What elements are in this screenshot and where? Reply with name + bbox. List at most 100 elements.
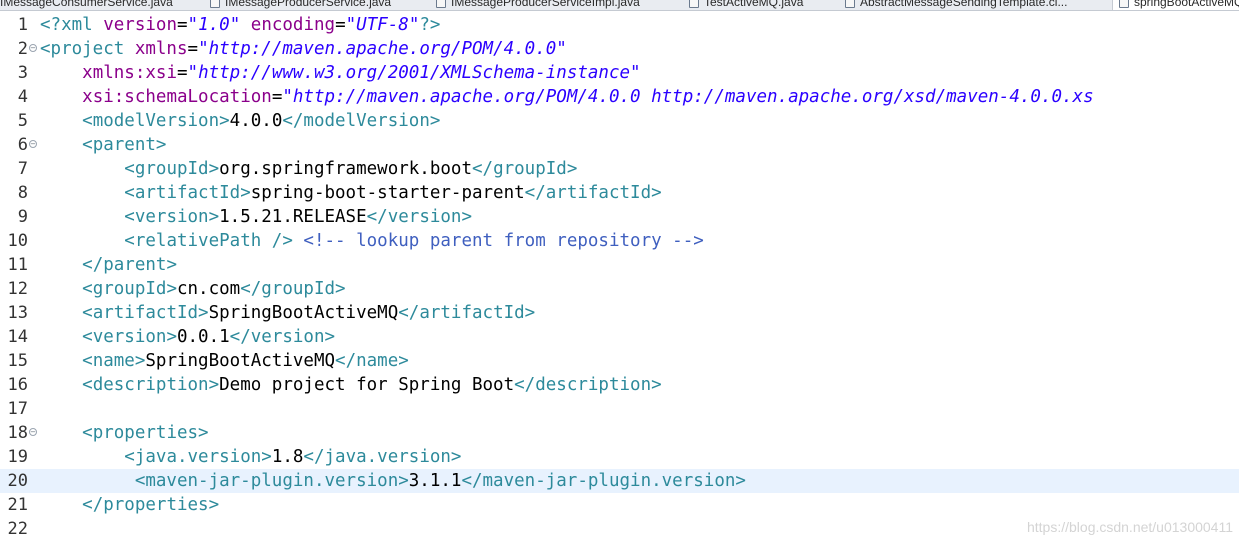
line-number: 8 xyxy=(17,183,28,203)
line-number: 9 xyxy=(17,207,28,227)
code-token: <modelVersion> xyxy=(82,111,230,131)
code-line[interactable]: 13 <artifactId>SpringBootActiveMQ</artif… xyxy=(0,301,1239,325)
code-token: <groupId> xyxy=(82,279,177,299)
line-number: 20 xyxy=(7,471,28,491)
code-text: <version>0.0.1</version> xyxy=(40,325,335,349)
code-token: </java.version> xyxy=(303,447,462,467)
code-token: = xyxy=(177,15,188,35)
code-token: <version> xyxy=(124,207,220,227)
code-line[interactable]: 12 <groupId>cn.com</groupId> xyxy=(0,277,1239,301)
java-file-icon xyxy=(210,0,220,8)
code-line[interactable]: 18− <properties> xyxy=(0,421,1239,445)
fold-toggle-icon[interactable]: − xyxy=(29,44,37,52)
tab-label: TestActiveMQ.java xyxy=(704,0,804,9)
code-token: <maven-jar-plugin.version> xyxy=(134,471,409,491)
code-token: </artifactId> xyxy=(398,303,536,323)
code-token: "http://maven.apache.org/POM/4.0.0" xyxy=(198,39,567,59)
code-token: <description> xyxy=(82,375,220,395)
code-token: <name> xyxy=(82,351,146,371)
tab-test-activemq[interactable]: TestActiveMQ.java xyxy=(689,0,804,10)
code-token: </modelVersion> xyxy=(282,111,441,131)
fold-toggle-icon[interactable]: − xyxy=(29,428,37,436)
code-token: </maven-jar-plugin.version> xyxy=(461,471,746,491)
code-line[interactable]: 11 </parent> xyxy=(0,253,1239,277)
line-number: 11 xyxy=(7,255,28,275)
code-token: </parent> xyxy=(82,255,177,275)
code-token: "http://maven.apache.org/POM/4.0.0 http:… xyxy=(282,87,1094,107)
tab-imessage-producer-service[interactable]: IMessageProducerService.java xyxy=(210,0,391,10)
line-number: 2 xyxy=(17,39,28,59)
code-editor[interactable]: 1 <?xml version="1.0" encoding="UTF-8"?> 2… xyxy=(0,13,1239,545)
watermark: https://blog.csdn.net/u013000411 xyxy=(1026,519,1233,535)
tab-imessage-producer-service-impl[interactable]: IMessageProducerServiceImpl.java xyxy=(436,0,640,10)
code-line[interactable]: 20 <maven-jar-plugin.version>3.1.1</mave… xyxy=(0,469,1239,493)
code-line[interactable]: 2− <project xmlns="http://maven.apache.or… xyxy=(0,37,1239,61)
code-token: = xyxy=(176,63,188,83)
code-token: ?> xyxy=(419,15,441,35)
code-line[interactable]: 10 <relativePath /> <!-- lookup parent f… xyxy=(0,229,1239,253)
code-line[interactable]: 5 <modelVersion>4.0.0</modelVersion> xyxy=(0,109,1239,133)
code-token: </groupId> xyxy=(472,159,578,179)
code-token: <groupId> xyxy=(124,159,220,179)
code-token: <? xyxy=(40,15,62,35)
code-token: <artifactId> xyxy=(82,303,209,323)
code-token: <project xyxy=(40,39,135,59)
code-token: encoding xyxy=(250,15,336,35)
code-line[interactable]: 4 xsi:schemaLocation="http://maven.apach… xyxy=(0,85,1239,109)
code-line[interactable]: 7 <groupId>org.springframework.boot</gro… xyxy=(0,157,1239,181)
code-text: <properties> xyxy=(40,421,208,445)
line-number: 10 xyxy=(7,231,28,251)
code-line[interactable]: 17 xyxy=(0,397,1239,421)
code-token: SpringBootActiveMQ xyxy=(208,303,399,323)
code-line[interactable]: 3 xmlns:xsi="http://www.w3.org/2001/XMLS… xyxy=(0,61,1239,85)
line-number: 21 xyxy=(7,495,28,515)
tab-imessage-consumer-service[interactable]: IMessageConsumerService.java xyxy=(0,0,173,10)
line-number: 16 xyxy=(7,375,28,395)
fold-toggle-icon[interactable]: − xyxy=(29,140,37,148)
code-token: "http://www.w3.org/2001/XMLSchema-instan… xyxy=(187,63,641,83)
java-file-icon xyxy=(436,0,446,8)
line-number: 14 xyxy=(7,327,28,347)
code-token: <relativePath /> xyxy=(124,231,293,251)
code-token: xml xyxy=(61,15,104,35)
code-line[interactable]: 8 <artifactId>spring-boot-starter-parent… xyxy=(0,181,1239,205)
code-line[interactable]: 14 <version>0.0.1</version> xyxy=(0,325,1239,349)
code-token: xmlns xyxy=(134,39,188,59)
java-file-icon xyxy=(689,0,699,8)
tab-label: springBootActiveMQ xyxy=(1134,0,1239,9)
code-text: <java.version>1.8</java.version> xyxy=(40,445,461,469)
code-token: "1.0" xyxy=(187,15,241,35)
code-token: <!-- lookup parent from repository --> xyxy=(303,231,704,251)
code-text: <version>1.5.21.RELEASE</version> xyxy=(40,205,472,229)
code-line[interactable]: 9 <version>1.5.21.RELEASE</version> xyxy=(0,205,1239,229)
code-text: <groupId>cn.com</groupId> xyxy=(40,277,345,301)
code-line[interactable]: 15 <name>SpringBootActiveMQ</name> xyxy=(0,349,1239,373)
code-line[interactable]: 6− <parent> xyxy=(0,133,1239,157)
code-text: xmlns:xsi="http://www.w3.org/2001/XMLSch… xyxy=(40,61,641,85)
code-token: = xyxy=(271,87,283,107)
code-text: </parent> xyxy=(40,253,177,277)
code-line[interactable]: 1 <?xml version="1.0" encoding="UTF-8"?> xyxy=(0,13,1239,37)
code-token: 1.8 xyxy=(271,447,304,467)
code-token: 4.0.0 xyxy=(229,111,283,131)
code-line[interactable]: 21 </properties> xyxy=(0,493,1239,517)
code-text: <description>Demo project for Spring Boo… xyxy=(40,373,662,397)
code-text: <relativePath /> <!-- lookup parent from… xyxy=(40,229,704,253)
tab-abstract-message-sending-template[interactable]: AbstractMessageSendingTemplate.cl... xyxy=(845,0,1067,10)
code-line[interactable]: 16 <description>Demo project for Spring … xyxy=(0,373,1239,397)
tab-springboot-activemq-pom[interactable]: springBootActiveMQ xyxy=(1112,0,1239,10)
code-line[interactable]: 19 <java.version>1.8</java.version> xyxy=(0,445,1239,469)
